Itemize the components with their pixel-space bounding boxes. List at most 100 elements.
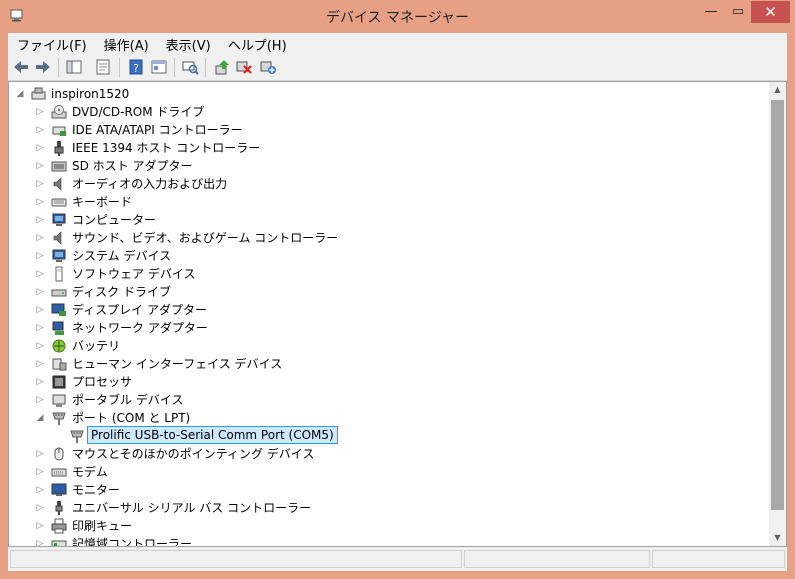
expand-arrow-icon[interactable]: ▷ bbox=[35, 193, 45, 211]
tree-category[interactable]: ▷ ソフトウェア デバイス bbox=[9, 265, 771, 283]
tree-root[interactable]: ◢ inspiron1520 bbox=[9, 85, 771, 103]
device-tree-panel[interactable]: ◢ inspiron1520 ▷ DVD/CD-ROM ドライブ ▷ IDE ATA/AT… bbox=[8, 81, 787, 547]
tree-category[interactable]: ▷ ディスク ドライブ bbox=[9, 283, 771, 301]
expand-arrow-icon[interactable]: ▷ bbox=[35, 157, 45, 175]
menu-file[interactable]: ファイル(F) bbox=[8, 33, 95, 54]
scroll-down-arrow[interactable]: ▼ bbox=[769, 530, 786, 546]
expand-arrow-icon[interactable]: ▷ bbox=[35, 481, 45, 499]
tree-category[interactable]: ▷ ディスプレイ アダプター bbox=[9, 301, 771, 319]
expand-arrow-icon[interactable]: ▷ bbox=[35, 499, 45, 517]
expand-arrow-icon[interactable]: ▷ bbox=[35, 535, 45, 546]
expand-arrow-icon[interactable]: ▷ bbox=[35, 373, 45, 391]
tree-category[interactable]: ▷ SD ホスト アダプター bbox=[9, 157, 771, 175]
menu-help[interactable]: ヘルプ(H) bbox=[219, 33, 295, 54]
forward-icon[interactable] bbox=[34, 58, 52, 76]
computer-icon bbox=[51, 248, 67, 264]
tree-device[interactable]: Prolific USB-to-Serial Comm Port (COM5) bbox=[9, 426, 771, 445]
expand-arrow-icon[interactable]: ▷ bbox=[35, 517, 45, 535]
tree-category[interactable]: ▷ キーボード bbox=[9, 193, 771, 211]
tree-category[interactable]: ▷ ネットワーク アダプター bbox=[9, 319, 771, 337]
view-icon[interactable] bbox=[150, 58, 168, 76]
tree-category[interactable]: ◢ ポート (COM と LPT) bbox=[9, 409, 771, 427]
expand-arrow-icon[interactable]: ▷ bbox=[35, 139, 45, 157]
tree-category[interactable]: ▷ サウンド、ビデオ、およびゲーム コントローラー bbox=[9, 229, 771, 247]
collapse-arrow-icon[interactable]: ◢ bbox=[35, 409, 45, 427]
scan-hardware-icon[interactable] bbox=[181, 58, 199, 76]
speaker-icon bbox=[51, 176, 67, 192]
expand-arrow-icon[interactable]: ▷ bbox=[35, 319, 45, 337]
expand-arrow-icon[interactable]: ▷ bbox=[35, 301, 45, 319]
expand-arrow-icon[interactable]: ▷ bbox=[35, 445, 45, 463]
close-button[interactable]: ✕ bbox=[751, 1, 790, 23]
tree-category[interactable]: ▷ バッテリ bbox=[9, 337, 771, 355]
tree-category[interactable]: ▷ IDE ATA/ATAPI コントローラー bbox=[9, 121, 771, 139]
firewire-icon bbox=[51, 140, 67, 156]
mouse-icon bbox=[51, 446, 67, 462]
expand-arrow-icon[interactable]: ▷ bbox=[35, 229, 45, 247]
tree-category[interactable]: ▷ システム デバイス bbox=[9, 247, 771, 265]
tree-category[interactable]: ▷ コンピューター bbox=[9, 211, 771, 229]
root-icon bbox=[31, 86, 47, 102]
tree-category[interactable]: ▷ プロセッサ bbox=[9, 373, 771, 391]
tree-item-label: Prolific USB-to-Serial Comm Port (COM5) bbox=[87, 426, 338, 444]
tree-item-label: SD ホスト アダプター bbox=[72, 159, 193, 173]
expand-arrow-icon[interactable]: ▷ bbox=[35, 283, 45, 301]
tree-item-label: IEEE 1394 ホスト コントローラー bbox=[72, 141, 261, 155]
scrollbar-thumb[interactable] bbox=[771, 100, 784, 510]
vertical-scrollbar[interactable]: ▲ ▼ bbox=[769, 82, 786, 546]
menu-bar: ファイル(F) 操作(A) 表示(V) ヘルプ(H) bbox=[8, 33, 787, 54]
tree-item-label: 記憶域コントローラー bbox=[72, 537, 193, 547]
tree-category[interactable]: ▷ モデム bbox=[9, 463, 771, 481]
battery-icon bbox=[51, 338, 67, 354]
tree-category[interactable]: ▷ DVD/CD-ROM ドライブ bbox=[9, 103, 771, 121]
help-icon[interactable]: ? bbox=[127, 58, 145, 76]
back-icon[interactable] bbox=[12, 58, 30, 76]
expand-arrow-icon[interactable]: ▷ bbox=[35, 265, 45, 283]
tree-category[interactable]: ▷ IEEE 1394 ホスト コントローラー bbox=[9, 139, 771, 157]
tree-category[interactable]: ▷ ヒューマン インターフェイス デバイス bbox=[9, 355, 771, 373]
expand-arrow-icon[interactable]: ▷ bbox=[35, 175, 45, 193]
collapse-arrow-icon[interactable]: ◢ bbox=[15, 85, 25, 103]
expand-arrow-icon[interactable]: ▷ bbox=[35, 391, 45, 409]
tree-category[interactable]: ▷ 記憶域コントローラー bbox=[9, 535, 771, 547]
menu-view[interactable]: 表示(V) bbox=[157, 33, 219, 54]
keyboard-icon bbox=[51, 194, 67, 210]
expand-arrow-icon[interactable]: ▷ bbox=[35, 121, 45, 139]
update-driver-icon[interactable] bbox=[213, 58, 231, 76]
title-bar[interactable]: デバイス マネージャー — ▭ ✕ bbox=[0, 0, 795, 33]
expand-arrow-icon[interactable]: ▷ bbox=[35, 247, 45, 265]
tree-category[interactable]: ▷ オーディオの入力および出力 bbox=[9, 175, 771, 193]
toolbar-separator bbox=[119, 58, 120, 77]
toolbar-separator bbox=[174, 58, 175, 77]
uninstall-icon[interactable] bbox=[235, 58, 253, 76]
software-device-icon bbox=[51, 266, 67, 282]
properties-icon[interactable] bbox=[94, 58, 112, 76]
tree-category[interactable]: ▷ ポータブル デバイス bbox=[9, 391, 771, 409]
tree-item-label: モニター bbox=[72, 483, 121, 497]
svg-text:?: ? bbox=[133, 62, 139, 75]
tree-category[interactable]: ▷ 印刷キュー bbox=[9, 517, 771, 535]
status-bar bbox=[8, 547, 787, 571]
monitor-icon bbox=[51, 482, 67, 498]
expand-arrow-icon[interactable]: ▷ bbox=[35, 103, 45, 121]
tree-category[interactable]: ▷ マウスとそのほかのポインティング デバイス bbox=[9, 445, 771, 463]
add-hardware-icon[interactable] bbox=[259, 58, 277, 76]
tree-view-icon[interactable] bbox=[65, 58, 83, 76]
expand-arrow-icon[interactable]: ▷ bbox=[35, 355, 45, 373]
tree-category[interactable]: ▷ モニター bbox=[9, 481, 771, 499]
ide-controller-icon bbox=[51, 122, 67, 138]
tree-item-label: システム デバイス bbox=[72, 249, 172, 263]
menu-action[interactable]: 操作(A) bbox=[95, 33, 157, 54]
expand-arrow-icon[interactable]: ▷ bbox=[35, 463, 45, 481]
maximize-button[interactable]: ▭ bbox=[725, 1, 751, 23]
expand-arrow-icon[interactable]: ▷ bbox=[35, 337, 45, 355]
toolbar-separator bbox=[58, 58, 59, 77]
tree-category[interactable]: ▷ ユニバーサル シリアル バス コントローラー bbox=[9, 499, 771, 517]
tree-item-label: ディスク ドライブ bbox=[72, 285, 171, 299]
minimize-button[interactable]: — bbox=[697, 1, 725, 23]
status-pane bbox=[652, 550, 785, 568]
hid-icon bbox=[51, 356, 67, 372]
device-manager-window: デバイス マネージャー — ▭ ✕ ファイル(F) 操作(A) 表示(V) ヘルプ(H… bbox=[0, 0, 795, 579]
scroll-up-arrow[interactable]: ▲ bbox=[769, 82, 786, 98]
expand-arrow-icon[interactable]: ▷ bbox=[35, 211, 45, 229]
